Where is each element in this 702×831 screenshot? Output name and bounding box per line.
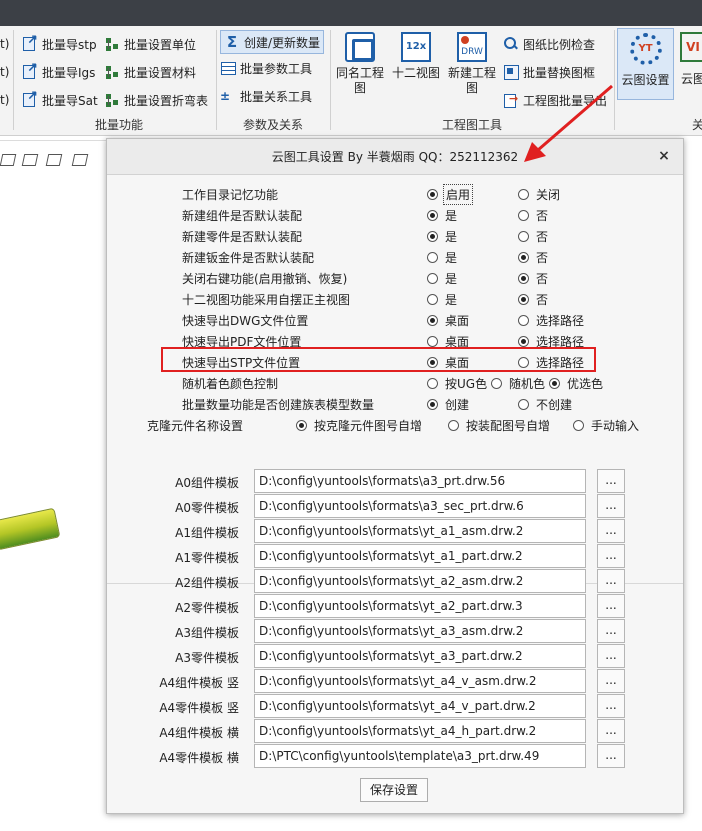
annotation-arrow <box>524 84 613 162</box>
arrow-shaft <box>537 84 613 152</box>
